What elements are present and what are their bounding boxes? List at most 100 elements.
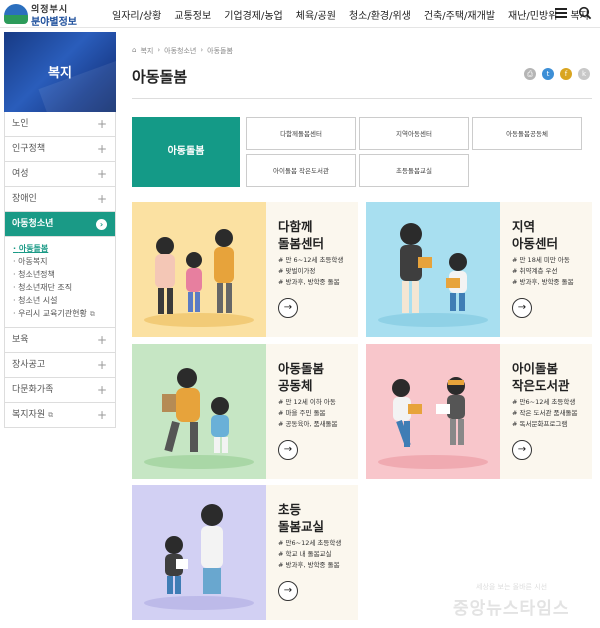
card-title-line: 다함께 — [278, 219, 313, 234]
city-emblem-icon — [4, 4, 28, 24]
twitter-icon[interactable]: t — [542, 68, 554, 80]
gnb-item-disaster[interactable]: 재난/민방위 — [508, 7, 557, 22]
card-title-line: 돌봄교실 — [278, 519, 325, 534]
card-elementary-care[interactable]: 초등돌봄교실 # 만6~12세 초등학생 # 학교 내 돌봄교실 # 방과후, … — [132, 485, 358, 620]
watermark-tagline: 세상을 보는 올바른 시선 — [476, 583, 548, 591]
submenu-item-childcare[interactable]: · 아동돌봄 — [13, 242, 115, 255]
breadcrumb-item[interactable]: 복지 — [140, 46, 153, 56]
sidebar-item-youth[interactable]: 아동청소년 › — [5, 212, 115, 237]
gnb-item-environment[interactable]: 청소/환경/위생 — [349, 7, 411, 22]
sidebar-menu: 노인 + 인구정책 + 여성 + 장애인 + 아동청소년 › · 아동돌봄 · 아동복지 … — [4, 112, 116, 428]
breadcrumb-item[interactable]: 아동청소년 — [164, 46, 196, 56]
submenu-label: 청소년 시설 — [18, 296, 58, 305]
submenu-item-youth-facility[interactable]: · 청소년 시설 — [13, 294, 115, 307]
sidebar-item-funeral[interactable]: 장사공고 + — [5, 353, 115, 378]
breadcrumb-item[interactable]: 아동돌봄 — [207, 46, 233, 56]
gnb-item-economy[interactable]: 기업경제/농업 — [224, 7, 283, 22]
gnb-item-sports[interactable]: 체육/공원 — [296, 7, 336, 22]
card-title-line: 초등 — [278, 502, 302, 517]
card-features: # 만 18세 미만 아동 # 취약계층 우선 # 방과후, 방학중 돌봄 — [512, 255, 592, 288]
logo-site-name: 분야별정보 — [31, 17, 77, 28]
facebook-icon[interactable]: f — [560, 68, 572, 80]
hamburger-icon[interactable] — [555, 8, 567, 18]
plus-icon: + — [96, 192, 107, 206]
card-features: # 만6~12세 초등학생 # 학교 내 돌봄교실 # 방과후, 방학중 돌봄 — [278, 538, 358, 571]
card-care-community[interactable]: 아동돌봄 공동체 # 만 12세 이하 아동 # 마을 주민 돌봄 # 공동육아,… — [132, 344, 358, 479]
card-feature: # 취약계층 우선 — [512, 267, 558, 275]
gnb-item-jobs[interactable]: 일자리/상황 — [112, 7, 161, 22]
breadcrumb: ⌂ 복지 › 아동청소년 › 아동돌봄 — [132, 46, 233, 56]
gnb-item-housing[interactable]: 건축/주택/재개발 — [424, 7, 495, 22]
sidebar-item-disabled[interactable]: 장애인 + — [5, 187, 115, 212]
sidebar-item-resources[interactable]: 복지자원 ⧉ + — [5, 403, 115, 428]
arrow-right-icon[interactable]: → — [278, 440, 298, 460]
submenu-item-education[interactable]: · 우리시 교육기관현황 ⧉ — [13, 307, 115, 321]
submenu-item-youth-foundation[interactable]: · 청소년재단 조직 — [13, 281, 115, 294]
plus-icon: + — [96, 142, 107, 156]
sidebar-item-label: 장사공고 — [12, 360, 46, 370]
submenu-label: 우리시 교육기관현황 — [18, 309, 87, 318]
plus-icon: + — [96, 408, 107, 422]
card-title-line: 아동센터 — [512, 236, 559, 251]
submenu-item-youth-policy[interactable]: · 청소년정책 — [13, 268, 115, 281]
sidebar-item-label: 보육 — [12, 335, 29, 345]
breadcrumb-separator: › — [200, 46, 204, 54]
plus-icon: + — [96, 358, 107, 372]
submenu-label: 아동돌봄 — [18, 244, 49, 253]
submenu-label: 청소년재단 조직 — [18, 283, 73, 292]
category-button-small-library[interactable]: 아이돌봄 작은도서관 — [246, 154, 356, 187]
category-button-elementary-care[interactable]: 초등돌봄교실 — [359, 154, 469, 187]
arrow-right-icon[interactable]: → — [512, 298, 532, 318]
breadcrumb-separator: › — [157, 46, 161, 54]
card-title-line: 돌봄센터 — [278, 236, 325, 251]
home-icon[interactable]: ⌂ — [132, 46, 136, 56]
card-small-library[interactable]: 아이돌봄 작은도서관 # 만6~12세 초등학생 # 작은 도서관 품새돌봄 # … — [366, 344, 592, 479]
card-feature: # 마을 주민 돌봄 — [278, 409, 326, 417]
sidebar-banner: 복지 — [4, 32, 116, 112]
category-button-together-care[interactable]: 다함께돌봄센터 — [246, 117, 356, 150]
global-nav: 일자리/상황 교통정보 기업경제/농업 체육/공원 청소/환경/위생 건축/주택… — [112, 0, 600, 28]
category-button-community-center[interactable]: 지역아동센터 — [359, 117, 469, 150]
card-features: # 만 12세 이하 아동 # 마을 주민 돌봄 # 공동육아, 품새돌봄 — [278, 397, 358, 430]
gnb-item-traffic[interactable]: 교통정보 — [174, 7, 211, 22]
sidebar-item-women[interactable]: 여성 + — [5, 162, 115, 187]
kakao-icon[interactable]: k — [578, 68, 590, 80]
sidebar-item-elderly[interactable]: 노인 + — [5, 112, 115, 137]
card-info: 지역아동센터 # 만 18세 미만 아동 # 취약계층 우선 # 방과후, 방학… — [500, 202, 592, 337]
sidebar-item-label: 인구정책 — [12, 144, 46, 154]
category-button-care-community[interactable]: 아동돌봄공동체 — [472, 117, 582, 150]
external-link-icon: ⧉ — [89, 310, 95, 318]
card-title-line: 지역 — [512, 219, 536, 234]
arrow-right-icon[interactable]: → — [512, 440, 532, 460]
card-feature: # 공동육아, 품새돌봄 — [278, 420, 338, 428]
external-link-icon: ⧉ — [48, 411, 54, 419]
sidebar-item-label: 노인 — [12, 119, 29, 129]
city-logo[interactable]: 의정부시 분야별정보 — [4, 2, 84, 28]
sidebar-item-population[interactable]: 인구정책 + — [5, 137, 115, 162]
print-icon[interactable]: ⎙ — [524, 68, 536, 80]
card-title-line: 작은도서관 — [512, 378, 570, 393]
sidebar-item-multicultural[interactable]: 다문화가족 + — [5, 378, 115, 403]
card-together-care[interactable]: 다함께돌봄센터 # 만 6~12세 초등학생 # 맞벌이가정 # 방과후, 방학… — [132, 202, 358, 337]
plus-icon: + — [96, 333, 107, 347]
card-feature: # 독서문화프로그램 — [512, 420, 568, 428]
search-icon[interactable] — [578, 6, 592, 20]
sidebar-item-daycare[interactable]: 보육 + — [5, 328, 115, 353]
category-main-button[interactable]: 아동돌봄 — [132, 117, 240, 187]
sidebar-submenu: · 아동돌봄 · 아동복지 · 청소년정책 · 청소년재단 조직 · 청소년 시… — [5, 237, 115, 328]
sidebar-item-label: 장애인 — [12, 194, 37, 204]
sidebar-item-label: 복지자원 — [12, 410, 46, 420]
card-community-center[interactable]: 지역아동센터 # 만 18세 미만 아동 # 취약계층 우선 # 방과후, 방학… — [366, 202, 592, 337]
submenu-item-child-welfare[interactable]: · 아동복지 — [13, 255, 115, 268]
card-features: # 만 6~12세 초등학생 # 맞벌이가정 # 방과후, 방학중 돌봄 — [278, 255, 358, 288]
arrow-right-icon[interactable]: → — [278, 581, 298, 601]
plus-icon: + — [96, 167, 107, 181]
card-feature: # 방과후, 방학중 돌봄 — [512, 278, 574, 286]
card-info: 초등돌봄교실 # 만6~12세 초등학생 # 학교 내 돌봄교실 # 방과후, … — [266, 485, 358, 620]
card-title: 지역아동센터 — [512, 218, 592, 252]
sidebar-item-label: 여성 — [12, 169, 29, 179]
sidebar-item-label: 아동청소년 — [12, 219, 54, 229]
arrow-right-icon[interactable]: → — [278, 298, 298, 318]
card-title: 초등돌봄교실 — [278, 501, 358, 535]
sidebar: 복지 노인 + 인구정책 + 여성 + 장애인 + 아동청소년 › · 아동돌봄 · 아동… — [4, 32, 116, 452]
